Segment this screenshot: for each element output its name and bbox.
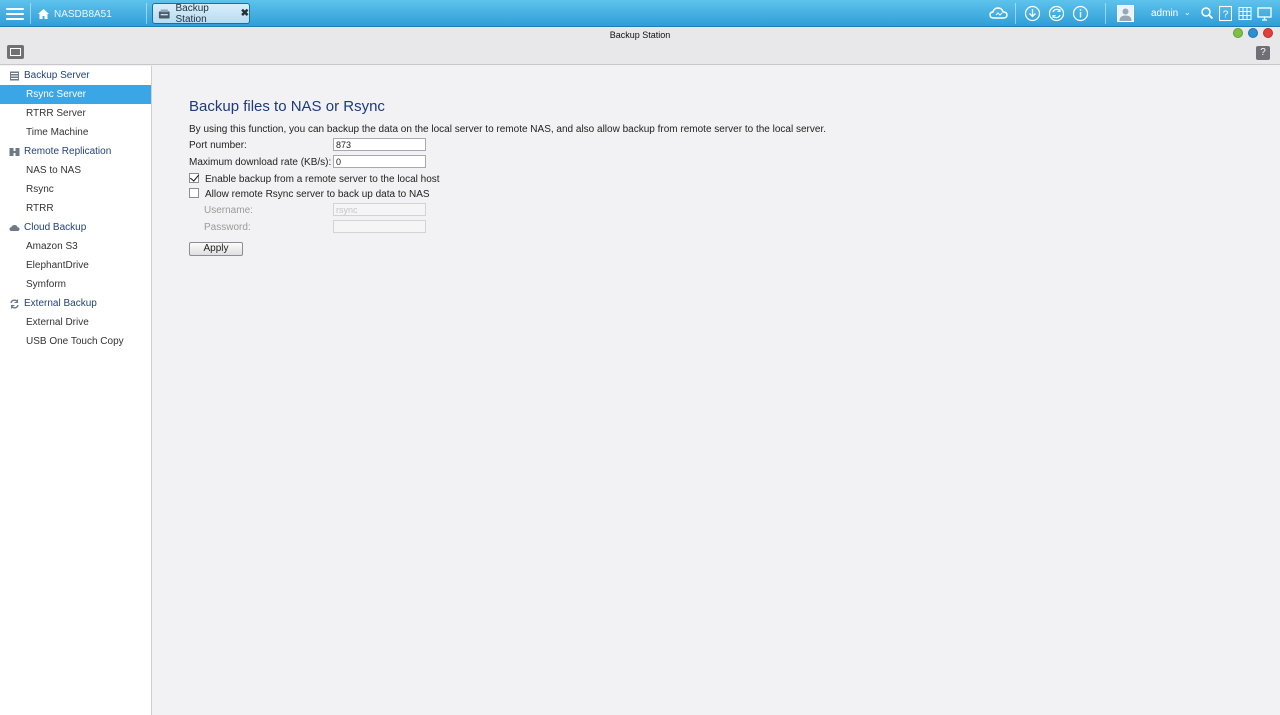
sidebar-toggle-icon[interactable] bbox=[7, 45, 24, 59]
sidebar: Backup Server Rsync Server RTRR Server T… bbox=[0, 66, 152, 715]
port-number-input[interactable] bbox=[333, 138, 426, 151]
sidebar-item-rtrr[interactable]: RTRR bbox=[0, 199, 151, 218]
max-download-rate-input[interactable] bbox=[333, 155, 426, 168]
sidebar-item-amazon-s3[interactable]: Amazon S3 bbox=[0, 237, 151, 256]
main-content: Backup files to NAS or Rsync By using th… bbox=[153, 66, 1280, 715]
sidebar-group-remote-replication[interactable]: Remote Replication bbox=[0, 142, 151, 161]
window-title: Backup Station bbox=[0, 27, 1280, 43]
grid-icon[interactable] bbox=[1238, 5, 1252, 22]
help-icon[interactable]: ? bbox=[1219, 5, 1232, 22]
apply-button[interactable]: Apply bbox=[189, 242, 243, 256]
close-icon[interactable] bbox=[1263, 28, 1273, 38]
username-input[interactable] bbox=[333, 203, 426, 216]
sidebar-group-external-backup[interactable]: External Backup bbox=[0, 294, 151, 313]
sidebar-item-rsync[interactable]: Rsync bbox=[0, 180, 151, 199]
search-icon[interactable] bbox=[1200, 5, 1214, 22]
sidebar-item-nas-to-nas[interactable]: NAS to NAS bbox=[0, 161, 151, 180]
max-download-rate-label: Maximum download rate (KB/s): bbox=[189, 157, 332, 168]
taskbar-divider bbox=[30, 3, 31, 24]
sidebar-group-label: External Backup bbox=[24, 298, 97, 309]
sidebar-group-label: Remote Replication bbox=[24, 146, 112, 157]
page-title: Backup files to NAS or Rsync bbox=[189, 98, 385, 115]
sidebar-item-usb-one-touch-copy[interactable]: USB One Touch Copy bbox=[0, 332, 151, 351]
svg-text:?: ? bbox=[1223, 10, 1229, 21]
sidebar-item-rsync-server[interactable]: Rsync Server bbox=[0, 85, 151, 104]
window-help-button[interactable]: ? bbox=[1256, 46, 1270, 60]
taskbar-divider bbox=[1105, 3, 1106, 24]
sidebar-item-elephantdrive[interactable]: ElephantDrive bbox=[0, 256, 151, 275]
sidebar-group-backup-server[interactable]: Backup Server bbox=[0, 66, 151, 85]
download-icon[interactable] bbox=[1024, 5, 1041, 22]
sync-icon[interactable] bbox=[1048, 5, 1065, 22]
cloud-backup-icon bbox=[9, 225, 20, 231]
home-tab-label: NASDB8A51 bbox=[54, 8, 112, 20]
server-icon bbox=[10, 71, 19, 81]
password-input[interactable] bbox=[333, 220, 426, 233]
home-icon bbox=[38, 9, 49, 19]
tab-backup-station[interactable]: Backup Station ✖ bbox=[152, 2, 250, 25]
enable-backup-label: Enable backup from a remote server to th… bbox=[205, 174, 440, 185]
close-tab-icon[interactable]: ✖ bbox=[241, 8, 249, 19]
sidebar-group-label: Backup Server bbox=[24, 70, 90, 81]
port-number-label: Port number: bbox=[189, 140, 247, 151]
user-avatar-icon[interactable] bbox=[1117, 5, 1134, 22]
taskbar: NASDB8A51 Backup Station ✖ admin ⌄ ? bbox=[0, 0, 1280, 27]
taskbar-divider bbox=[146, 3, 147, 24]
monitor-icon[interactable] bbox=[1257, 5, 1272, 22]
chevron-down-icon[interactable]: ⌄ bbox=[1184, 8, 1191, 17]
tab-label: Backup Station bbox=[175, 2, 209, 25]
main-menu-button[interactable] bbox=[6, 5, 24, 21]
taskbar-divider bbox=[1015, 3, 1016, 24]
minimize-icon[interactable] bbox=[1233, 28, 1243, 38]
window-toolbar: ? bbox=[0, 43, 1280, 65]
password-label: Password: bbox=[204, 222, 251, 233]
external-backup-icon bbox=[10, 299, 19, 309]
backup-station-icon bbox=[158, 9, 170, 18]
sidebar-group-cloud-backup[interactable]: Cloud Backup bbox=[0, 218, 151, 237]
username-label: Username: bbox=[204, 205, 253, 216]
allow-rsync-label: Allow remote Rsync server to back up dat… bbox=[205, 189, 430, 200]
maximize-icon[interactable] bbox=[1248, 28, 1258, 38]
allow-rsync-checkbox[interactable] bbox=[189, 188, 199, 198]
sidebar-item-symform[interactable]: Symform bbox=[0, 275, 151, 294]
sidebar-group-label: Cloud Backup bbox=[24, 222, 87, 233]
page-description: By using this function, you can backup t… bbox=[189, 124, 826, 135]
sidebar-item-rtrr-server[interactable]: RTRR Server bbox=[0, 104, 151, 123]
sidebar-item-time-machine[interactable]: Time Machine bbox=[0, 123, 151, 142]
info-icon[interactable] bbox=[1072, 5, 1089, 22]
home-tab[interactable]: NASDB8A51 bbox=[38, 6, 112, 22]
sidebar-item-external-drive[interactable]: External Drive bbox=[0, 313, 151, 332]
replication-icon bbox=[9, 148, 20, 156]
enable-backup-checkbox[interactable] bbox=[189, 173, 199, 183]
cloud-icon[interactable] bbox=[989, 5, 1008, 22]
user-name[interactable]: admin bbox=[1151, 8, 1178, 19]
